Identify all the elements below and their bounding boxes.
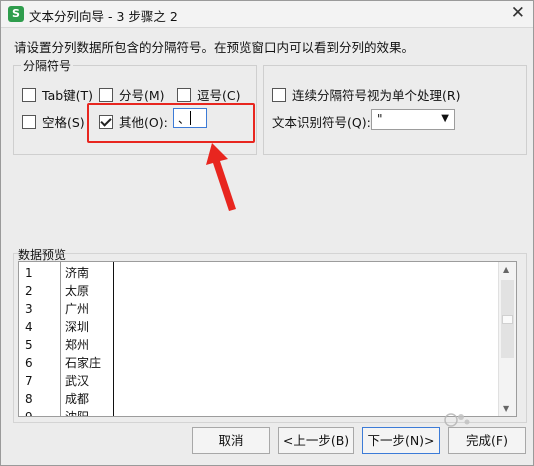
window-title: 文本分列向导 - 3 步骤之 2 xyxy=(29,9,178,24)
next-button[interactable]: 下一步(N)> xyxy=(362,427,440,454)
close-icon[interactable]: ✕ xyxy=(511,3,525,23)
title-bar: S 文本分列向导 - 3 步骤之 2 ✕ xyxy=(1,1,533,28)
consecutive-checkbox-label: 连续分隔符号视为单个处理(R) xyxy=(292,88,461,103)
preview-row: 4 深圳 xyxy=(19,318,497,336)
consecutive-checkbox-box[interactable] xyxy=(272,87,286,102)
preview-row: 3 广州 xyxy=(19,300,497,318)
semicolon-checkbox-label: 逗号(C) xyxy=(197,88,241,103)
watermark-logo xyxy=(444,413,470,427)
semicolon-checkbox[interactable]: 逗号(C) xyxy=(177,85,240,104)
row-number: 6 xyxy=(25,356,33,370)
data-preview[interactable]: 1 济南 2 太原 3 广州 4 深圳 5 郑州 6 石家庄 7 武汉 8 成都 9 沈阳 ▲ ▼ xyxy=(18,261,517,417)
cancel-button[interactable]: 取消 xyxy=(192,427,270,454)
space-checkbox-box[interactable] xyxy=(22,114,36,129)
row-number: 1 xyxy=(25,266,33,280)
row-value: 济南 xyxy=(65,266,90,280)
row-number: 4 xyxy=(25,320,33,334)
preview-row: 2 太原 xyxy=(19,282,497,300)
row-value: 深圳 xyxy=(65,320,90,334)
scroll-up-icon[interactable]: ▲ xyxy=(503,265,509,274)
tab-checkbox-box[interactable] xyxy=(22,87,36,102)
space-checkbox-label: 空格(S) xyxy=(42,115,85,130)
row-value: 广州 xyxy=(65,302,90,316)
vertical-scrollbar[interactable]: ▲ ▼ xyxy=(498,262,516,416)
wps-app-icon: S xyxy=(8,6,24,22)
row-number: 2 xyxy=(25,284,33,298)
chevron-down-icon: ▼ xyxy=(441,113,449,124)
space-checkbox[interactable]: 空格(S) xyxy=(22,112,85,131)
tab-checkbox-label: Tab键(T) xyxy=(42,88,94,103)
row-number: 5 xyxy=(25,338,33,352)
back-button[interactable]: <上一步(B) xyxy=(278,427,354,454)
annotation-arrow-icon xyxy=(206,143,236,211)
preview-row: 1 济南 xyxy=(19,264,497,282)
row-number: 9 xyxy=(25,410,33,417)
instruction-text: 请设置分列数据所包含的分隔符号。在预览窗口内可以看到分列的效果。 xyxy=(14,40,415,55)
row-value: 太原 xyxy=(65,284,90,298)
comma-checkbox-box[interactable] xyxy=(99,87,113,102)
row-value: 石家庄 xyxy=(65,356,102,370)
tab-checkbox[interactable]: Tab键(T) xyxy=(22,85,93,104)
row-value: 沈阳 xyxy=(65,410,90,417)
preview-row: 5 郑州 xyxy=(19,336,497,354)
semicolon-checkbox-box[interactable] xyxy=(177,87,191,102)
preview-row: 9 沈阳 xyxy=(19,408,497,417)
row-number: 3 xyxy=(25,302,33,316)
preview-row: 8 成都 xyxy=(19,390,497,408)
preview-row: 7 武汉 xyxy=(19,372,497,390)
delimiter-group-label: 分隔符号 xyxy=(21,57,74,74)
row-value: 成都 xyxy=(65,392,90,406)
comma-checkbox[interactable]: 分号(M) xyxy=(99,85,165,104)
text-qualifier-select[interactable]: " ▼ xyxy=(371,109,455,130)
row-number: 8 xyxy=(25,392,33,406)
row-value: 郑州 xyxy=(65,338,90,352)
row-value: 武汉 xyxy=(65,374,90,388)
consecutive-checkbox[interactable]: 连续分隔符号视为单个处理(R) xyxy=(272,85,460,104)
qualifier-value: " xyxy=(377,112,383,126)
row-number: 7 xyxy=(25,374,33,388)
qualifier-label: 文本识别符号(Q): xyxy=(272,115,371,130)
preview-row: 6 石家庄 xyxy=(19,354,497,372)
scroll-thumb[interactable] xyxy=(502,315,513,324)
wizard-dialog: S 文本分列向导 - 3 步骤之 2 ✕ 请设置分列数据所包含的分隔符号。在预览… xyxy=(0,0,534,466)
annotation-highlight-box xyxy=(87,103,255,143)
comma-checkbox-label: 分号(M) xyxy=(119,88,165,103)
